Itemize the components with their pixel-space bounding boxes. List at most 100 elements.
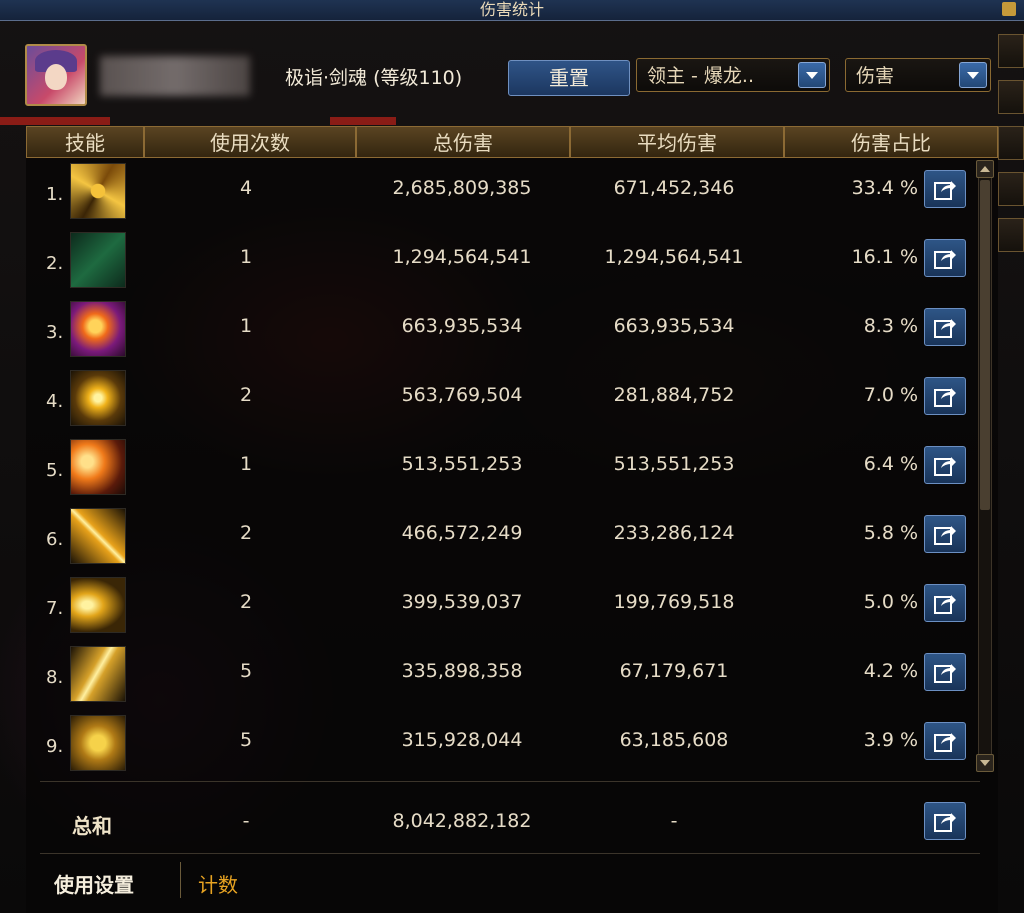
- target-dropdown-value: 领主 - 爆龙..: [647, 65, 755, 87]
- golden-slash-swirl-icon: [70, 163, 126, 219]
- share-export-icon: [934, 250, 956, 269]
- summary-share-button[interactable]: [924, 802, 966, 840]
- row-uses: 1: [239, 246, 253, 268]
- row-total-damage: 315,928,044: [401, 729, 523, 751]
- row-share-button[interactable]: [924, 446, 966, 484]
- table-row: 3. 1 663,935,534 663,935,534 8.3 %: [26, 297, 986, 366]
- hp-bar: [0, 117, 110, 125]
- row-index: 2.: [46, 253, 64, 274]
- row-damage-share: 5.0 %: [863, 591, 918, 613]
- scrollbar-thumb[interactable]: [980, 180, 990, 510]
- share-export-icon: [934, 526, 956, 545]
- row-total-damage: 513,551,253: [401, 453, 523, 475]
- row-damage-share: 33.4 %: [851, 177, 918, 199]
- row-avg-damage: 663,935,534: [613, 315, 735, 337]
- share-export-icon: [934, 664, 956, 683]
- share-export-icon: [934, 457, 956, 476]
- row-avg-damage: 513,551,253: [613, 453, 735, 475]
- row-damage-share: 6.4 %: [863, 453, 918, 475]
- table-row: 7. 2 399,539,037 199,769,518 5.0 %: [26, 573, 986, 642]
- row-index: 3.: [46, 322, 64, 343]
- row-share-button[interactable]: [924, 653, 966, 691]
- row-total-damage: 563,769,504: [401, 384, 523, 406]
- row-uses: 5: [239, 729, 253, 751]
- row-avg-damage: 233,286,124: [613, 522, 735, 544]
- table-row: 4. 2 563,769,504 281,884,752 7.0 %: [26, 366, 986, 435]
- row-avg-damage: 1,294,564,541: [604, 246, 744, 268]
- row-share-button[interactable]: [924, 515, 966, 553]
- character-avatar: [25, 44, 87, 106]
- tab-divider: [180, 862, 181, 898]
- hp-bar-right: [330, 117, 396, 125]
- table-row: 1. 4 2,685,809,385 671,452,346 33.4 %: [26, 159, 986, 228]
- close-icon[interactable]: [1002, 2, 1016, 16]
- summary-total: 8,042,882,182: [392, 810, 532, 832]
- tab-use-settings[interactable]: 使用设置: [54, 869, 134, 898]
- window-title: 伤害统计: [479, 0, 544, 19]
- purple-burst-icon: [70, 301, 126, 357]
- column-header-pct: 伤害占比: [784, 126, 998, 158]
- row-share-button[interactable]: [924, 722, 966, 760]
- green-glyph-icon: [70, 232, 126, 288]
- column-header-uses: 使用次数: [144, 126, 356, 158]
- row-total-damage: 335,898,358: [401, 660, 523, 682]
- row-damage-share: 4.2 %: [863, 660, 918, 682]
- row-index: 9.: [46, 736, 64, 757]
- row-uses: 2: [239, 384, 253, 406]
- row-index: 8.: [46, 667, 64, 688]
- scroll-up-icon[interactable]: [976, 160, 994, 178]
- column-header-total: 总伤害: [356, 126, 570, 158]
- row-uses: 5: [239, 660, 253, 682]
- chevron-down-icon[interactable]: [959, 62, 987, 88]
- row-uses: 2: [239, 591, 253, 613]
- tab-count[interactable]: 计数: [198, 869, 238, 898]
- row-avg-damage: 63,185,608: [619, 729, 729, 751]
- share-export-icon: [934, 813, 956, 832]
- table-row: 5. 1 513,551,253 513,551,253 6.4 %: [26, 435, 986, 504]
- side-tab[interactable]: [998, 80, 1024, 114]
- row-damage-share: 3.9 %: [863, 729, 918, 751]
- target-dropdown[interactable]: 领主 - 爆龙..: [636, 58, 830, 92]
- column-header-avg: 平均伤害: [570, 126, 784, 158]
- row-avg-damage: 671,452,346: [613, 177, 735, 199]
- row-total-damage: 2,685,809,385: [392, 177, 532, 199]
- column-header-skill: 技能: [26, 126, 144, 158]
- side-tab[interactable]: [998, 172, 1024, 206]
- stat-type-dropdown[interactable]: 伤害: [845, 58, 991, 92]
- row-uses: 4: [239, 177, 253, 199]
- table-row: 8. 5 335,898,358 67,179,671 4.2 %: [26, 642, 986, 711]
- lightning-flow-icon: [70, 646, 126, 702]
- row-share-button[interactable]: [924, 170, 966, 208]
- reset-button[interactable]: 重置: [508, 60, 630, 96]
- share-export-icon: [934, 733, 956, 752]
- summary-label: 总和: [72, 814, 112, 838]
- row-index: 6.: [46, 529, 64, 550]
- table-header: 技能 使用次数 总伤害 平均伤害 伤害占比: [26, 126, 998, 158]
- side-tab[interactable]: [998, 126, 1024, 160]
- row-total-damage: 399,539,037: [401, 591, 523, 613]
- stat-dropdown-value: 伤害: [856, 65, 895, 87]
- summary-avg: -: [670, 810, 678, 832]
- row-share-button[interactable]: [924, 239, 966, 277]
- side-tab[interactable]: [998, 34, 1024, 68]
- row-avg-damage: 281,884,752: [613, 384, 735, 406]
- window-title-bar[interactable]: 伤害统计: [0, 0, 1024, 21]
- summary-uses: -: [242, 810, 250, 832]
- divider: [40, 853, 980, 854]
- row-index: 4.: [46, 391, 64, 412]
- sword-flash-icon: [70, 508, 126, 564]
- row-damage-share: 7.0 %: [863, 384, 918, 406]
- table-row: 2. 1 1,294,564,541 1,294,564,541 16.1 %: [26, 228, 986, 297]
- scroll-down-icon[interactable]: [976, 754, 994, 772]
- share-export-icon: [934, 319, 956, 338]
- row-share-button[interactable]: [924, 308, 966, 346]
- row-damage-share: 5.8 %: [863, 522, 918, 544]
- chevron-down-icon[interactable]: [798, 62, 826, 88]
- row-damage-share: 8.3 %: [863, 315, 918, 337]
- row-share-button[interactable]: [924, 584, 966, 622]
- character-name: 极诣·剑魂 (等级110): [285, 67, 463, 89]
- yellow-star-burst-icon: [70, 370, 126, 426]
- crescent-wave-icon: [70, 577, 126, 633]
- row-share-button[interactable]: [924, 377, 966, 415]
- side-tab[interactable]: [998, 218, 1024, 252]
